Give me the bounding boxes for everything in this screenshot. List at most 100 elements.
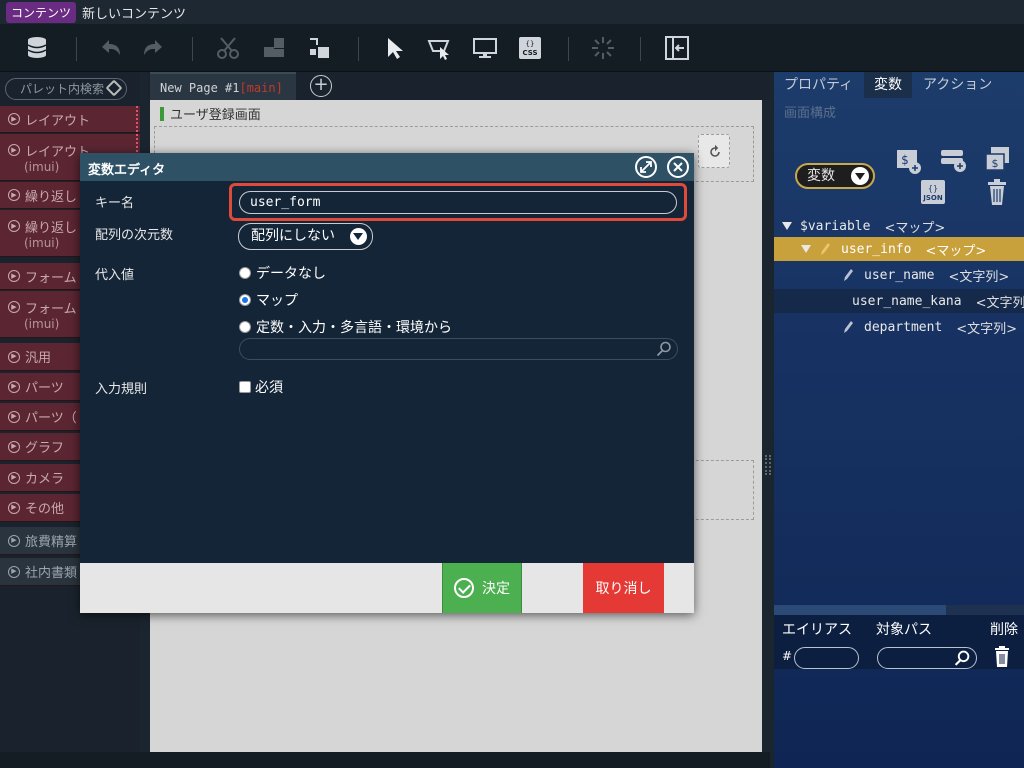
monitor-icon[interactable] xyxy=(470,34,500,62)
close-button[interactable] xyxy=(667,156,689,178)
play-circle-icon: ▶ xyxy=(8,410,20,423)
required-checkbox-row[interactable]: 必須 xyxy=(239,377,283,397)
tab-properties[interactable]: プロパティ xyxy=(774,72,863,98)
svg-text:JSON: JSON xyxy=(922,194,943,202)
play-circle-icon: ▶ xyxy=(8,270,20,282)
app-badge: コンテンツ xyxy=(6,1,77,23)
cancel-button[interactable]: 取り消し xyxy=(583,563,664,613)
alias-delete-icon[interactable] xyxy=(992,645,1012,669)
palette-search-input[interactable]: パレット内検索 xyxy=(5,78,127,100)
pencil-icon xyxy=(844,269,853,281)
dialog-header: 変数エディタ xyxy=(80,153,694,181)
tab-actions[interactable]: アクション xyxy=(913,72,1002,98)
play-circle-icon: ▶ xyxy=(8,350,20,363)
alias-input[interactable] xyxy=(794,647,859,669)
add-variable-icon[interactable]: $ xyxy=(893,146,923,176)
tree-horizontal-scrollbar[interactable] xyxy=(774,605,1024,615)
dropdown-arrow-icon xyxy=(851,167,869,185)
copy-variable-icon[interactable]: $ xyxy=(983,144,1013,174)
svg-text:$: $ xyxy=(992,157,999,170)
paste-icon[interactable] xyxy=(305,34,335,62)
add-tab-icon[interactable]: + xyxy=(310,75,332,97)
input-rule-label: 入力規則 xyxy=(95,382,148,397)
expand-icon[interactable] xyxy=(801,245,811,253)
ok-button[interactable]: 決定 xyxy=(442,563,522,613)
key-name-label: キー名 xyxy=(95,196,135,211)
required-checkbox[interactable] xyxy=(239,381,251,393)
bottom-strip xyxy=(0,752,770,768)
dimension-label: 配列の次元数 xyxy=(95,228,174,243)
search-icon xyxy=(656,341,671,357)
variable-type-dropdown[interactable]: 変数 xyxy=(795,163,875,189)
loading-icon xyxy=(588,34,618,62)
play-circle-icon: ▶ xyxy=(8,144,20,156)
splitter-handle[interactable] xyxy=(765,455,771,475)
play-circle-icon: ▶ xyxy=(8,440,20,453)
radio-button-selected[interactable] xyxy=(239,294,251,306)
pointer-icon[interactable] xyxy=(380,34,410,62)
panel-toggle-icon[interactable] xyxy=(662,34,692,62)
svg-text:$: $ xyxy=(901,153,909,167)
title-bar: コンテンツ 新しいコンテンツ xyxy=(0,0,1024,24)
play-circle-icon: ▶ xyxy=(8,301,20,313)
svg-text:CSS: CSS xyxy=(522,49,537,57)
undo-icon[interactable] xyxy=(96,34,126,62)
css-icon[interactable]: {} CSS xyxy=(515,34,545,62)
palette-search-placeholder: パレット内検索 xyxy=(20,82,105,96)
radio-map[interactable]: マップ xyxy=(239,290,298,310)
tab-variables[interactable]: 変数 xyxy=(864,72,912,98)
page-tab-bar: New Page #1[main] + xyxy=(148,72,770,100)
variable-editor-dialog: 変数エディタ キー名 user_form 配列の次元数 配列にしない 代入値 デ… xyxy=(80,153,694,613)
right-tabs: プロパティ 変数 アクション xyxy=(774,72,1024,98)
redo-icon[interactable] xyxy=(138,34,168,62)
radio-constant[interactable]: 定数・入力・多言語・環境から xyxy=(239,317,452,337)
search-icon xyxy=(954,650,970,666)
window-title: 新しいコンテンツ xyxy=(82,6,187,22)
radio-button[interactable] xyxy=(239,321,251,333)
copy-icon[interactable] xyxy=(259,34,289,62)
tree-row-user-name-kana[interactable]: user_name_kana<文字列> xyxy=(774,289,1024,313)
dialog-footer: 決定 取り消し xyxy=(80,563,694,613)
expand-icon xyxy=(640,161,652,173)
palette-item-layout[interactable]: ▶ レイアウト xyxy=(0,106,140,133)
add-database-variable-icon[interactable] xyxy=(938,144,968,174)
toolbar: {} CSS xyxy=(0,24,1024,72)
tree-row-variable-root[interactable]: $variable <マップ> xyxy=(774,214,1024,238)
target-path-input[interactable] xyxy=(877,647,977,669)
right-panel: プロパティ 変数 アクション 画面構成 変数 $ $ {} JSON $varia… xyxy=(774,72,1024,768)
expand-button[interactable] xyxy=(635,156,657,178)
trash-icon[interactable] xyxy=(982,177,1012,207)
play-circle-icon: ▶ xyxy=(8,189,20,201)
key-name-highlight: user_form xyxy=(229,183,687,221)
key-name-input[interactable]: user_form xyxy=(239,191,677,214)
right-subtitle: 画面構成 xyxy=(784,106,837,121)
play-circle-icon: ▶ xyxy=(8,501,20,514)
check-circle-icon xyxy=(454,578,474,598)
tree-row-user-name[interactable]: user_name <文字列> xyxy=(774,263,1024,287)
play-circle-icon: ▶ xyxy=(8,380,20,393)
reload-button[interactable] xyxy=(698,134,730,168)
close-icon xyxy=(673,162,683,172)
dimension-dropdown[interactable]: 配列にしない xyxy=(238,223,373,250)
constant-search-input[interactable] xyxy=(239,338,678,360)
dropdown-arrow-icon xyxy=(350,228,367,245)
reload-icon xyxy=(710,144,720,157)
tree-row-user-info[interactable]: user_info <マップ> xyxy=(774,237,1024,261)
play-circle-icon: ▶ xyxy=(8,220,20,232)
screen-label: ユーザ登録画面 xyxy=(160,104,261,123)
radio-no-data[interactable]: データなし xyxy=(239,263,326,283)
assign-value-label: 代入値 xyxy=(95,268,135,283)
radio-button[interactable] xyxy=(239,267,251,279)
dialog-title: 変数エディタ xyxy=(88,163,166,178)
play-circle-icon: ▶ xyxy=(8,534,20,547)
page-tab[interactable]: New Page #1[main] xyxy=(150,72,296,100)
database-icon[interactable] xyxy=(22,34,52,62)
expand-icon[interactable] xyxy=(782,222,792,230)
cut-icon[interactable] xyxy=(213,34,243,62)
json-icon[interactable]: {} JSON xyxy=(918,177,948,207)
select-area-icon[interactable] xyxy=(424,34,454,62)
alias-header: エイリアス 対象パス 削除 xyxy=(774,615,1024,639)
eraser-icon[interactable] xyxy=(105,79,123,97)
svg-text:{}: {} xyxy=(928,184,938,193)
tree-row-department[interactable]: department <文字列> xyxy=(774,315,1024,339)
